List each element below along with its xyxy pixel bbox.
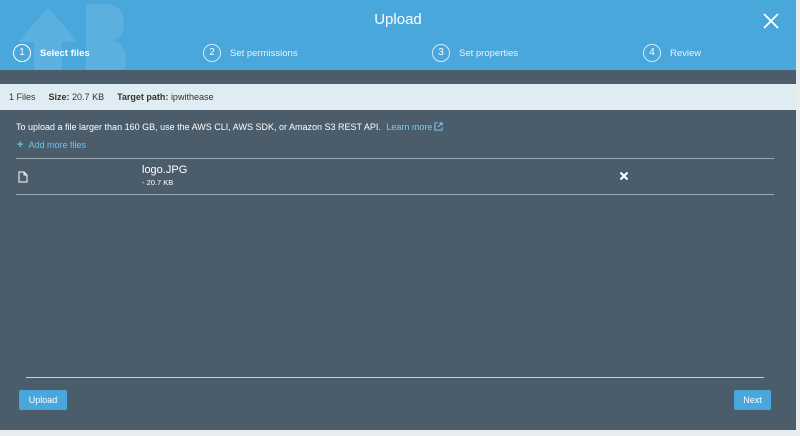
add-more-files-button[interactable]: + Add more files (17, 139, 86, 151)
step-number: 3 (432, 44, 450, 62)
file-size: - 20.7 KB (142, 178, 174, 187)
info-text: To upload a file larger than 160 GB, use… (16, 122, 381, 132)
wizard-steps: 1 Select files 2 Set permissions 3 Set p… (0, 43, 796, 63)
step-label: Set permissions (230, 47, 298, 59)
upload-summary-bar: 1 Files Size: 20.7 KB Target path: ipwit… (0, 84, 796, 110)
remove-icon[interactable] (619, 171, 629, 181)
step-set-properties[interactable]: 3 Set properties (432, 43, 518, 63)
external-link-icon (434, 122, 444, 131)
window-edge (796, 0, 800, 436)
learn-more-link[interactable]: Learn more (386, 122, 444, 132)
step-label: Set properties (459, 47, 519, 59)
dialog-title: Upload (374, 11, 422, 28)
next-button[interactable]: Next (734, 390, 771, 410)
step-number: 2 (203, 44, 221, 62)
divider (16, 194, 774, 195)
step-number: 4 (643, 44, 661, 62)
step-set-permissions[interactable]: 2 Set permissions (203, 43, 298, 63)
step-label: Review (670, 47, 702, 59)
dialog-header: Upload 1 Select files 2 Set permissions … (0, 0, 796, 70)
step-label: Select files (40, 47, 90, 59)
step-review[interactable]: 4 Review (643, 43, 701, 63)
file-name: logo.JPG (142, 164, 188, 176)
step-number: 1 (13, 44, 31, 62)
file-row: logo.JPG - 20.7 KB (16, 159, 774, 194)
learn-more-label: Learn more (386, 122, 433, 132)
close-icon[interactable] (762, 12, 780, 30)
target-path-label: Target path: (117, 92, 169, 102)
upload-dialog: Upload 1 Select files 2 Set permissions … (0, 0, 796, 430)
step-select-files[interactable]: 1 Select files (13, 43, 90, 63)
file-count: 1 Files (9, 92, 36, 102)
upload-button[interactable]: Upload (19, 390, 67, 410)
file-icon (18, 171, 28, 183)
target-path-value: ipwithease (170, 92, 214, 102)
size-value: 20.7 KB (72, 92, 105, 102)
plus-icon: + (17, 139, 24, 151)
upload-size-info: To upload a file larger than 160 GB, use… (16, 122, 444, 132)
add-more-label: Add more files (28, 140, 86, 150)
size-label: Size: (48, 92, 70, 102)
footer-divider (26, 377, 764, 378)
window-edge (0, 430, 800, 436)
